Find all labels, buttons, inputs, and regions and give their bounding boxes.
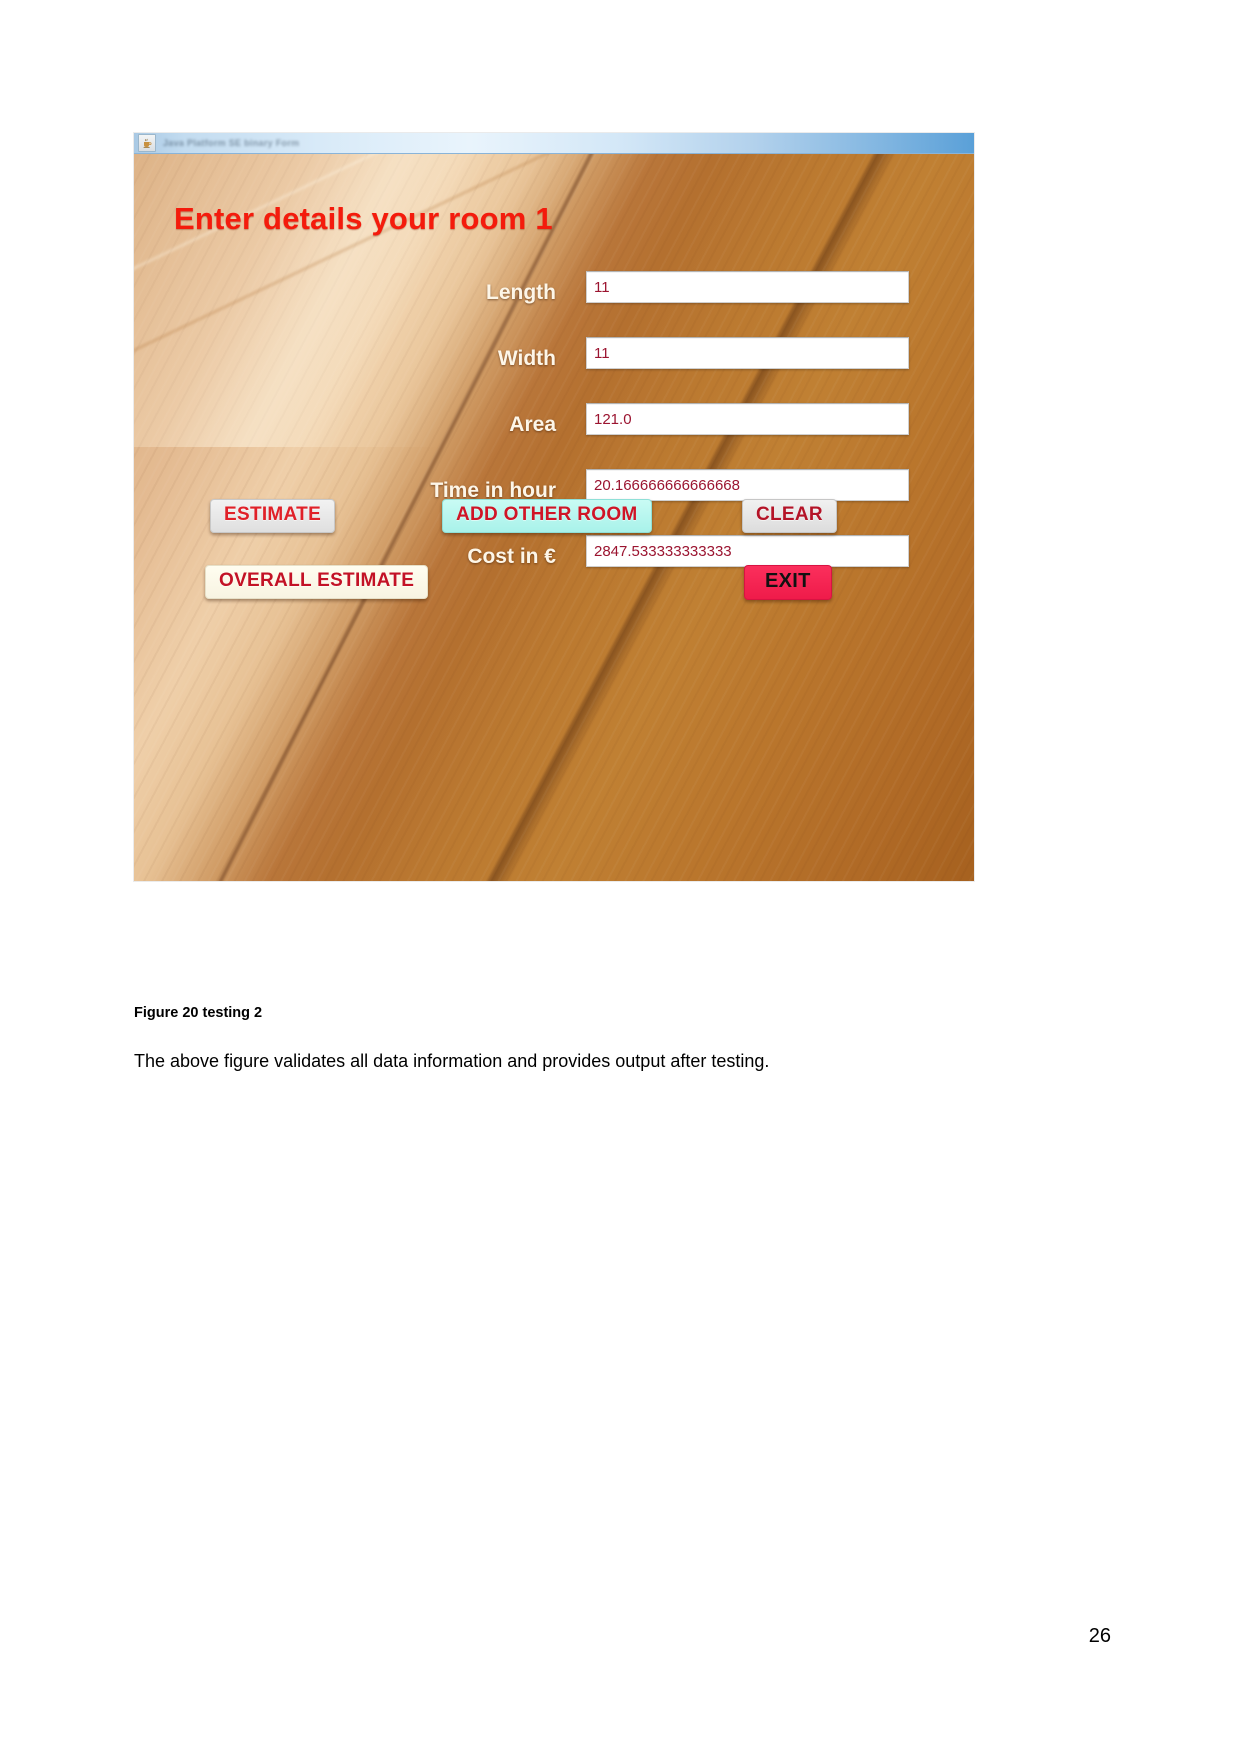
java-coffee-cup-icon <box>138 134 156 152</box>
label-length: Length <box>486 281 556 304</box>
page-number: 26 <box>1088 1625 1111 1647</box>
form-fields: Length 11 Width 11 Area 121.0 Time in ho… <box>134 271 974 601</box>
clear-button[interactable]: CLEAR <box>742 499 837 533</box>
page-title: Enter details your room 1 <box>174 201 553 236</box>
exit-button[interactable]: EXIT <box>744 565 832 600</box>
estimate-button[interactable]: ESTIMATE <box>210 499 336 533</box>
form-row-length: Length 11 <box>134 271 974 337</box>
label-width: Width <box>497 347 556 370</box>
overall-estimate-button[interactable]: OVERALL ESTIMATE <box>205 565 429 599</box>
body-paragraph: The above figure validates all data info… <box>134 1051 770 1071</box>
figure-caption: Figure 20 testing 2 <box>134 1005 263 1021</box>
input-cost-in-euro[interactable]: 2847.533333333333 <box>586 535 909 567</box>
input-length[interactable]: 11 <box>586 271 909 303</box>
screenshot-figure: Java Platform SE binary Form Enter detai… <box>134 133 974 881</box>
input-width[interactable]: 11 <box>586 337 909 369</box>
app-content: Enter details your room 1 Length 11 Widt… <box>134 154 974 881</box>
form-row-area: Area 121.0 <box>134 403 974 469</box>
add-other-room-button[interactable]: ADD OTHER ROOM <box>442 499 652 533</box>
window-titlebar: Java Platform SE binary Form <box>134 133 974 154</box>
input-area[interactable]: 121.0 <box>586 403 909 435</box>
label-area: Area <box>509 413 556 436</box>
input-time-in-hour[interactable]: 20.166666666666668 <box>586 469 909 501</box>
form-row-width: Width 11 <box>134 337 974 403</box>
document-page: Java Platform SE binary Form Enter detai… <box>0 0 1241 1754</box>
window-title: Java Platform SE binary Form <box>163 138 300 148</box>
